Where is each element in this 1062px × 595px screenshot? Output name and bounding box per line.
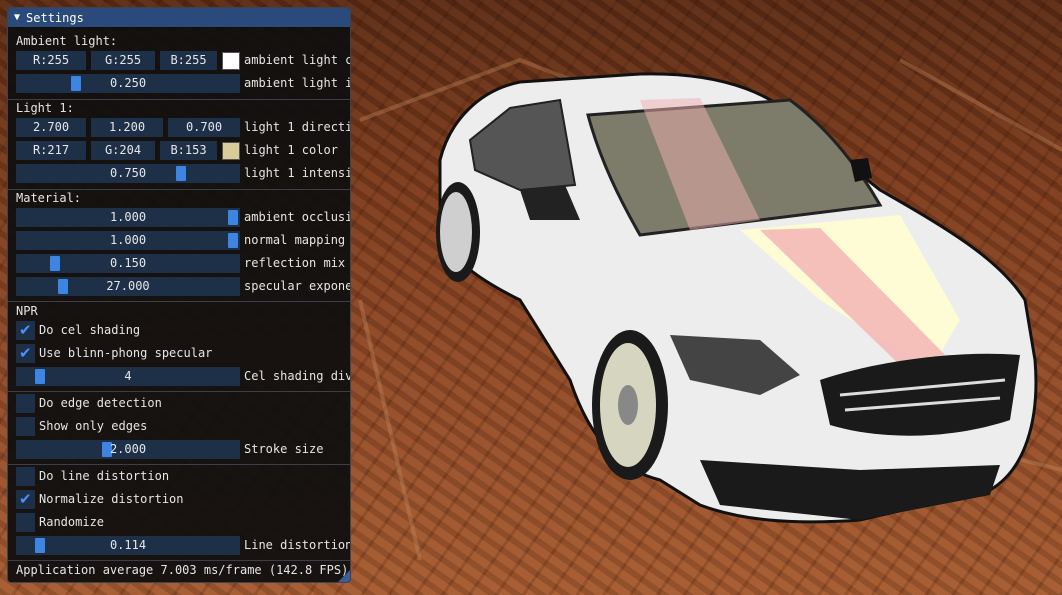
ambient-g-field[interactable]: G:255	[91, 51, 155, 70]
edge-detection-checkbox[interactable]: ✔	[16, 394, 35, 413]
ambient-r-field[interactable]: R:255	[16, 51, 86, 70]
line-distortion-amount-value: 0.114	[109, 538, 147, 552]
stroke-size-slider[interactable]: 2.000	[16, 440, 240, 459]
light1-dir-y-field[interactable]: 1.200	[91, 118, 163, 137]
ao-slider[interactable]: 1.000	[16, 208, 240, 227]
line-distortion-label: Do line distortion	[39, 469, 170, 483]
line-distortion-amount-label: Line distortion	[244, 538, 350, 552]
edge-detection-label: Do edge detection	[39, 396, 162, 410]
line-distortion-amount-slider[interactable]: 0.114	[16, 536, 240, 555]
randomize-label: Randomize	[39, 515, 105, 529]
light1-b-field[interactable]: B:153	[160, 141, 217, 160]
cel-divisions-value: 4	[124, 369, 132, 383]
normal-mapping-label: normal mapping	[244, 233, 346, 247]
line-distortion-checkbox[interactable]: ✔	[16, 467, 35, 486]
ao-value: 1.000	[109, 210, 147, 224]
blinn-phong-label: Use blinn-phong specular	[39, 346, 213, 360]
stroke-size-value: 2.000	[109, 442, 147, 456]
separator	[8, 301, 350, 302]
reflection-mix-value: 0.150	[109, 256, 147, 270]
ambient-intensity-label: ambient light i	[244, 76, 350, 90]
light1-direction-label: light 1 directi	[244, 120, 350, 134]
check-icon: ✔	[19, 344, 32, 362]
car-model	[436, 72, 1038, 524]
check-icon: ✔	[19, 321, 32, 339]
light1-color-swatch[interactable]	[222, 142, 240, 160]
light1-g-field[interactable]: G:204	[91, 141, 155, 160]
ambient-color-label: ambient light c	[244, 53, 350, 67]
settings-window[interactable]: ▼ Settings Ambient light: R:255 G:255 B:…	[7, 7, 351, 583]
fps-status: Application average 7.003 ms/frame (142.…	[16, 563, 349, 577]
blinn-phong-checkbox[interactable]: ✔	[16, 344, 35, 363]
separator	[8, 391, 350, 392]
ambient-header: Ambient light:	[16, 34, 118, 48]
reflection-mix-slider[interactable]: 0.150	[16, 254, 240, 273]
window-title: Settings	[26, 10, 84, 25]
check-icon: ✔	[19, 490, 32, 508]
cel-divisions-slider[interactable]: 4	[16, 367, 240, 386]
light1-intensity-value: 0.750	[109, 166, 147, 180]
settings-titlebar[interactable]: ▼ Settings	[8, 8, 350, 27]
resize-grip-icon[interactable]	[338, 570, 350, 582]
ambient-intensity-value: 0.250	[109, 76, 147, 90]
specular-exponent-slider[interactable]: 27.000	[16, 277, 240, 296]
ambient-b-field[interactable]: B:255	[160, 51, 217, 70]
stroke-size-label: Stroke size	[244, 442, 324, 456]
normal-mapping-value: 1.000	[109, 233, 147, 247]
cel-shading-checkbox[interactable]: ✔	[16, 321, 35, 340]
light1-r-field[interactable]: R:217	[16, 141, 86, 160]
ambient-color-swatch[interactable]	[222, 52, 240, 70]
light1-header: Light 1:	[16, 101, 74, 115]
cel-shading-label: Do cel shading	[39, 323, 141, 337]
light1-intensity-label: light 1 intensi	[244, 166, 350, 180]
normalize-distortion-checkbox[interactable]: ✔	[16, 490, 35, 509]
light1-color-label: light 1 color	[244, 143, 338, 157]
collapse-triangle-icon[interactable]: ▼	[14, 12, 20, 23]
normal-mapping-slider[interactable]: 1.000	[16, 231, 240, 250]
separator	[8, 560, 350, 561]
light1-dir-x-field[interactable]: 2.700	[16, 118, 86, 137]
npr-header: NPR	[16, 304, 38, 318]
ao-label: ambient occlusi	[244, 210, 350, 224]
cel-divisions-label: Cel shading div	[244, 369, 350, 383]
specular-exponent-value: 27.000	[106, 279, 150, 293]
show-only-edges-label: Show only edges	[39, 419, 148, 433]
show-only-edges-checkbox[interactable]: ✔	[16, 417, 35, 436]
ambient-intensity-slider[interactable]: 0.250	[16, 74, 240, 93]
light1-intensity-slider[interactable]: 0.750	[16, 164, 240, 183]
normalize-distortion-label: Normalize distortion	[39, 492, 184, 506]
separator	[8, 464, 350, 465]
specular-exponent-label: specular expone	[244, 279, 350, 293]
reflection-mix-label: reflection mix	[244, 256, 346, 270]
randomize-checkbox[interactable]: ✔	[16, 513, 35, 532]
light1-dir-z-field[interactable]: 0.700	[168, 118, 240, 137]
material-header: Material:	[16, 191, 82, 205]
